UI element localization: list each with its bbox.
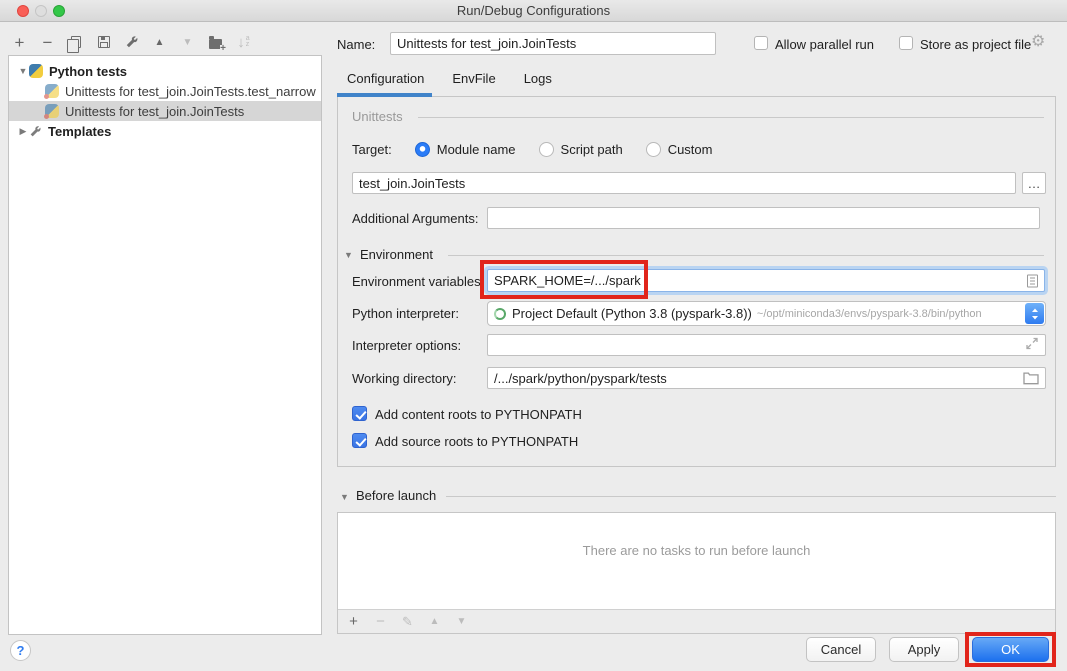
- configurations-tree: ▼ Python tests Unittests for test_join.J…: [8, 55, 322, 635]
- remove-task-icon: −: [373, 614, 388, 629]
- section-divider: [446, 496, 1056, 497]
- add-configuration-icon[interactable]: +: [12, 35, 27, 50]
- allow-parallel-run-label: Allow parallel run: [775, 37, 874, 52]
- configurations-toolbar: + − ▲ ▼ ↓az: [12, 30, 322, 54]
- run-debug-configurations-dialog: Run/Debug Configurations + − ▲ ▼ ↓az ▼ P…: [0, 0, 1067, 671]
- move-task-down-icon: ▼: [454, 614, 469, 629]
- additional-arguments-label: Additional Arguments:: [352, 211, 478, 226]
- edit-variables-icon[interactable]: [1027, 274, 1038, 287]
- titlebar: Run/Debug Configurations: [0, 0, 1067, 22]
- python-interpreter-path: ~/opt/miniconda3/envs/pyspark-3.8/bin/py…: [757, 308, 982, 320]
- name-input[interactable]: Unittests for test_join.JoinTests: [390, 32, 716, 55]
- tree-group-label: Templates: [48, 124, 111, 139]
- before-launch-empty-text: There are no tasks to run before launch: [338, 543, 1055, 558]
- python-interpreter-select[interactable]: Project Default (Python 3.8 (pyspark-3.8…: [487, 301, 1046, 326]
- add-task-icon[interactable]: +: [346, 614, 361, 629]
- annotation-box-ok-button: [965, 632, 1056, 667]
- browse-module-button[interactable]: …: [1022, 172, 1046, 194]
- before-launch-collapse-icon[interactable]: ▼: [340, 492, 349, 502]
- tab-configuration[interactable]: Configuration: [347, 71, 424, 86]
- tree-group-label: Python tests: [49, 64, 127, 79]
- tab-bar: Configuration EnvFile Logs: [347, 71, 552, 86]
- tree-item-label: Unittests for test_join.JoinTests: [65, 104, 244, 119]
- active-tab-indicator: [337, 93, 432, 97]
- edit-templates-icon[interactable]: [124, 35, 139, 49]
- working-directory-input[interactable]: /.../spark/python/pyspark/tests: [487, 367, 1046, 389]
- before-launch-toolbar: + − ✎ ▲ ▼: [338, 609, 1055, 633]
- copy-configuration-icon[interactable]: [68, 36, 83, 48]
- tree-item-label: Unittests for test_join.JoinTests.test_n…: [65, 84, 316, 99]
- environment-section-title: Environment: [360, 247, 433, 262]
- radio-custom-label: Custom: [668, 142, 713, 157]
- unittest-config-icon: [45, 84, 59, 98]
- tree-group-templates[interactable]: ▶ Templates: [9, 121, 321, 141]
- name-value: Unittests for test_join.JoinTests: [397, 36, 576, 51]
- add-source-roots-checkbox[interactable]: [352, 433, 367, 448]
- module-name-value: test_join.JoinTests: [359, 176, 465, 191]
- tree-item-test-narrow[interactable]: Unittests for test_join.JoinTests.test_n…: [9, 81, 321, 101]
- python-interpreter-label: Python interpreter:: [352, 306, 459, 321]
- before-launch-title: Before launch: [356, 488, 436, 503]
- tree-item-jointests-selected[interactable]: Unittests for test_join.JoinTests: [9, 101, 321, 121]
- radio-script-path[interactable]: [539, 142, 554, 157]
- store-as-project-file-checkbox[interactable]: [899, 36, 913, 50]
- window-title: Run/Debug Configurations: [0, 3, 1067, 18]
- radio-custom[interactable]: [646, 142, 661, 157]
- working-directory-label: Working directory:: [352, 371, 457, 386]
- move-task-up-icon: ▲: [427, 614, 442, 629]
- group-divider: [418, 117, 1044, 118]
- store-as-project-file-label: Store as project file: [920, 37, 1031, 52]
- move-down-icon: ▼: [180, 35, 195, 50]
- working-directory-value: /.../spark/python/pyspark/tests: [494, 371, 667, 386]
- dropdown-stepper-icon[interactable]: [1025, 303, 1044, 324]
- radio-module-name[interactable]: [415, 142, 430, 157]
- python-tests-icon: [29, 64, 43, 78]
- additional-arguments-input[interactable]: [487, 207, 1040, 229]
- save-configuration-icon[interactable]: [96, 36, 111, 48]
- add-content-roots-checkbox[interactable]: [352, 406, 367, 421]
- environment-collapse-icon[interactable]: ▼: [344, 250, 353, 260]
- edit-task-icon: ✎: [400, 614, 415, 629]
- help-button[interactable]: ?: [10, 640, 31, 661]
- tree-group-python-tests[interactable]: ▼ Python tests: [9, 61, 321, 81]
- python-interpreter-value: Project Default (Python 3.8 (pyspark-3.8…: [512, 306, 752, 321]
- unittest-config-icon: [45, 104, 59, 118]
- conda-env-icon: [494, 308, 506, 320]
- sort-configurations-icon: ↓az: [236, 35, 251, 50]
- add-content-roots-label: Add content roots to PYTHONPATH: [375, 407, 582, 422]
- gear-icon[interactable]: ⚙: [1031, 34, 1045, 50]
- radio-script-path-label: Script path: [561, 142, 623, 157]
- radio-module-name-label: Module name: [437, 142, 516, 157]
- target-label: Target:: [352, 142, 392, 157]
- interpreter-options-label: Interpreter options:: [352, 338, 461, 353]
- cancel-button[interactable]: Cancel: [806, 637, 876, 662]
- name-label: Name:: [337, 37, 375, 52]
- tab-logs[interactable]: Logs: [524, 71, 552, 86]
- interpreter-options-input[interactable]: [487, 334, 1046, 356]
- expand-field-icon[interactable]: [1026, 338, 1038, 353]
- before-launch-task-list: There are no tasks to run before launch …: [337, 512, 1056, 634]
- chevron-down-icon[interactable]: ▼: [17, 66, 29, 76]
- folder-icon[interactable]: [1023, 372, 1039, 385]
- module-name-input[interactable]: test_join.JoinTests: [352, 172, 1016, 194]
- remove-configuration-icon[interactable]: −: [40, 35, 55, 50]
- tab-envfile[interactable]: EnvFile: [452, 71, 495, 86]
- annotation-box-environment-variables: [480, 260, 648, 299]
- allow-parallel-run-checkbox[interactable]: [754, 36, 768, 50]
- target-row: Target: Module name Script path Custom: [352, 142, 712, 157]
- add-source-roots-label: Add source roots to PYTHONPATH: [375, 434, 578, 449]
- unittests-group-title: Unittests: [352, 109, 403, 124]
- apply-button[interactable]: Apply: [889, 637, 959, 662]
- environment-variables-label: Environment variables:: [352, 274, 484, 289]
- chevron-right-icon[interactable]: ▶: [17, 126, 29, 137]
- move-up-icon[interactable]: ▲: [152, 35, 167, 50]
- new-folder-icon[interactable]: [208, 36, 223, 49]
- templates-icon: [29, 125, 42, 138]
- section-divider: [448, 255, 1044, 256]
